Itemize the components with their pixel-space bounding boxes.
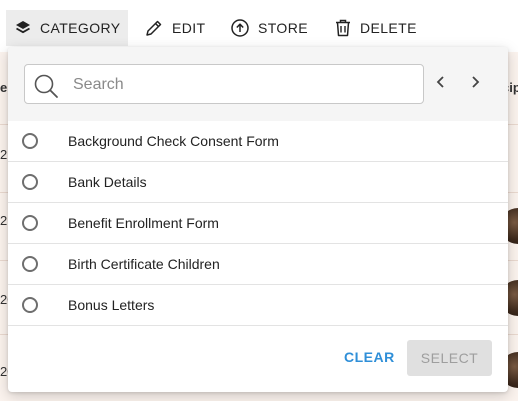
list-item[interactable]: Bonus Letters bbox=[8, 285, 508, 326]
category-list: Background Check Consent Form Bank Detai… bbox=[8, 121, 508, 326]
category-dropdown: Background Check Consent Form Bank Detai… bbox=[8, 47, 508, 392]
category-button[interactable]: CATEGORY bbox=[6, 10, 129, 46]
list-item[interactable]: Background Check Consent Form bbox=[8, 121, 508, 162]
clear-button[interactable]: CLEAR bbox=[344, 349, 395, 365]
prev-page-button[interactable] bbox=[431, 73, 451, 95]
list-item-label: Bonus Letters bbox=[68, 297, 155, 313]
trash-icon bbox=[334, 18, 352, 38]
search-input[interactable] bbox=[71, 65, 415, 105]
list-item[interactable]: Birth Certificate Children bbox=[8, 244, 508, 285]
layers-icon bbox=[14, 19, 32, 37]
list-item[interactable]: Benefit Enrollment Form bbox=[8, 203, 508, 244]
row-fragment: 2 bbox=[0, 147, 8, 162]
edit-label: EDIT bbox=[172, 20, 206, 36]
store-label: STORE bbox=[258, 20, 308, 36]
category-label: CATEGORY bbox=[40, 20, 121, 36]
radio-button[interactable] bbox=[22, 174, 38, 190]
toolbar: CATEGORY EDIT STORE DELETE bbox=[0, 0, 518, 52]
store-button[interactable]: STORE bbox=[222, 10, 316, 46]
pencil-icon bbox=[144, 18, 164, 38]
select-button-label: SELECT bbox=[420, 350, 479, 366]
list-item[interactable]: Bank Details bbox=[8, 162, 508, 203]
column-header-fragment: e bbox=[0, 80, 8, 95]
radio-button[interactable] bbox=[22, 215, 38, 231]
list-item-label: Birth Certificate Children bbox=[68, 256, 220, 272]
list-item-label: Benefit Enrollment Form bbox=[68, 215, 219, 231]
dropdown-header bbox=[8, 47, 508, 121]
chevron-right-icon bbox=[469, 75, 481, 94]
list-item-label: Bank Details bbox=[68, 174, 147, 190]
select-button[interactable]: SELECT bbox=[407, 340, 492, 376]
upload-icon bbox=[230, 18, 250, 38]
next-page-button[interactable] bbox=[465, 73, 485, 95]
radio-button[interactable] bbox=[22, 256, 38, 272]
row-fragment: 2 bbox=[0, 213, 8, 228]
list-item-label: Background Check Consent Form bbox=[68, 133, 279, 149]
chevron-left-icon bbox=[435, 75, 447, 94]
delete-button[interactable]: DELETE bbox=[326, 10, 425, 46]
radio-button[interactable] bbox=[22, 297, 38, 313]
search-box[interactable] bbox=[24, 64, 424, 105]
edit-button[interactable]: EDIT bbox=[136, 10, 214, 46]
radio-button[interactable] bbox=[22, 133, 38, 149]
delete-label: DELETE bbox=[360, 20, 417, 36]
